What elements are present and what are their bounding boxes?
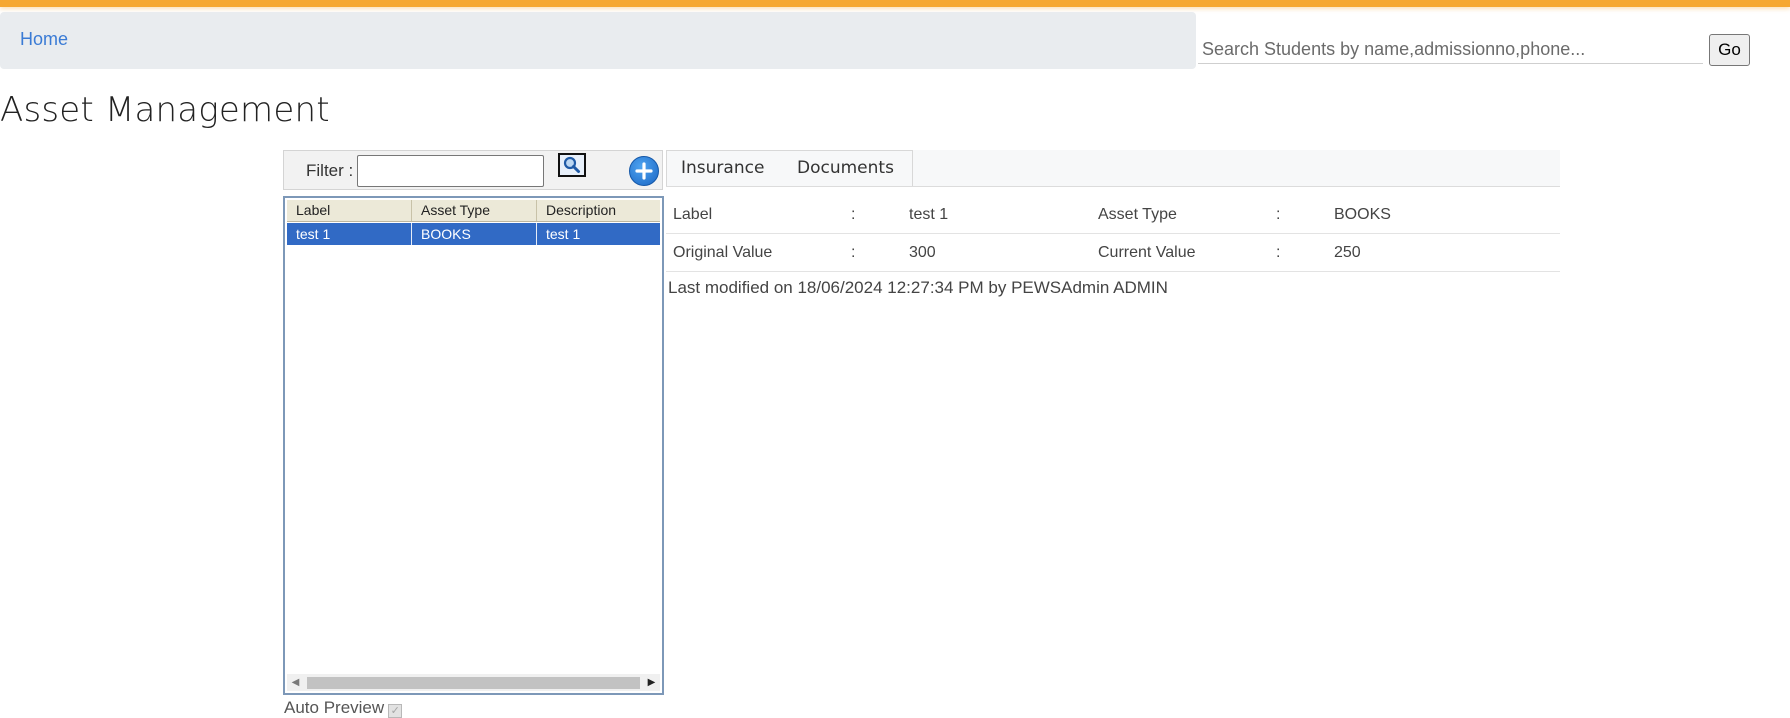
asset-grid: Label Asset Type Description test 1 BOOK… [283, 196, 664, 695]
tab-group: Insurance Documents [666, 150, 913, 186]
column-header-asset-type[interactable]: Asset Type [412, 200, 537, 221]
detail-row: Original Value : 300 Current Value : 250 [666, 234, 1560, 272]
auto-preview: Auto Preview ✓ [284, 698, 403, 718]
tab-documents[interactable]: Documents [797, 158, 894, 178]
triangle-left-icon[interactable]: ◀ [287, 674, 304, 691]
cell-description: test 1 [546, 226, 581, 242]
detail-separator: : [1276, 244, 1281, 261]
detail-label: Label [673, 206, 713, 223]
column-header-description[interactable]: Description [537, 200, 660, 221]
detail-label: Asset Type [1098, 206, 1177, 223]
detail-label: Original Value [673, 244, 773, 261]
filter-search-button[interactable] [558, 153, 586, 177]
add-asset-button[interactable] [629, 156, 659, 186]
magnifier-icon [560, 155, 584, 175]
triangle-right-icon[interactable]: ▶ [643, 674, 660, 691]
detail-value: 250 [1334, 244, 1361, 261]
check-icon: ✓ [390, 705, 400, 717]
detail-value: test 1 [909, 206, 949, 223]
auto-preview-checkbox[interactable]: ✓ [388, 704, 403, 718]
cell-label: test 1 [287, 223, 412, 245]
filter-label: Filter : [306, 161, 354, 180]
breadcrumb: Home [0, 12, 1196, 69]
detail-label: Current Value [1098, 244, 1196, 261]
scrollbar-thumb[interactable] [307, 677, 640, 689]
last-modified-text: Last modified on 18/06/2024 12:27:34 PM … [668, 278, 1168, 297]
grid-header: Label Asset Type Description [287, 200, 660, 222]
detail-separator: : [851, 206, 856, 223]
go-button[interactable]: Go [1709, 34, 1750, 66]
auto-preview-label: Auto Preview [284, 698, 385, 717]
detail-row: Label : test 1 Asset Type : BOOKS [666, 196, 1560, 234]
horizontal-scrollbar[interactable]: ◀ ▶ [287, 674, 660, 691]
page-title: Asset Management [0, 90, 330, 130]
detail-tabs: Insurance Documents [666, 150, 1560, 187]
detail-value: 300 [909, 244, 936, 261]
detail-separator: : [1276, 206, 1281, 223]
breadcrumb-home-link[interactable]: Home [20, 29, 68, 50]
filter-input[interactable] [357, 155, 544, 187]
cell-asset-type: BOOKS [412, 223, 537, 245]
plus-circle-icon [635, 162, 653, 180]
student-search-input[interactable] [1198, 36, 1703, 64]
table-row[interactable]: test 1 BOOKS test 1 [287, 223, 660, 245]
detail-separator: : [851, 244, 856, 261]
detail-value: BOOKS [1334, 206, 1391, 223]
tab-insurance[interactable]: Insurance [681, 158, 764, 178]
filter-bar: Filter : [283, 150, 663, 190]
top-accent-bar [0, 0, 1790, 7]
column-header-label[interactable]: Label [287, 200, 412, 221]
